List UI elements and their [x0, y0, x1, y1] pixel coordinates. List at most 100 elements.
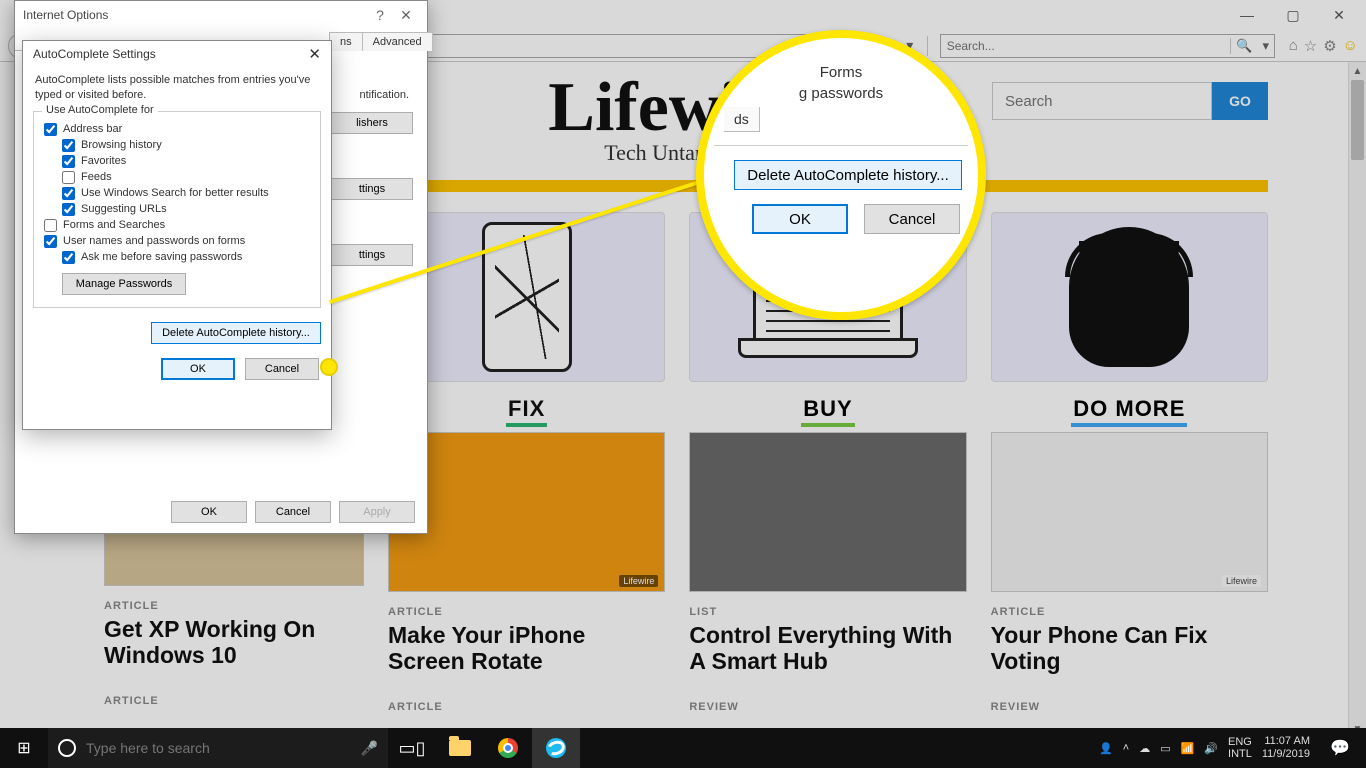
checkbox-suggesting-urls[interactable]: Suggesting URLs — [62, 203, 310, 216]
taskbar-search[interactable]: 🎤 — [48, 728, 388, 768]
image-badge: Lifewire — [1222, 575, 1261, 587]
card-tag: ARTICLE — [104, 600, 364, 612]
ie-search-box[interactable]: 🔍 ▾ — [940, 34, 1275, 58]
callout-fragment: g passwords — [714, 83, 968, 104]
card-tag: REVIEW — [991, 701, 1268, 713]
callout-fragment: ds — [724, 107, 760, 132]
maximize-button[interactable]: ▢ — [1270, 0, 1316, 30]
autocomplete-settings-dialog: AutoComplete Settings ✕ AutoComplete lis… — [22, 40, 332, 430]
dialog-footer: OK Cancel Apply — [15, 501, 427, 523]
zoom-delete-autocomplete-button[interactable]: Delete AutoComplete history... — [734, 160, 962, 190]
tab-programs-partial[interactable]: ns — [329, 32, 363, 51]
dialog-footer: OK Cancel — [23, 344, 331, 380]
dialog-titlebar[interactable]: Internet Options ? ✕ — [15, 1, 427, 29]
lifewire-search: GO — [992, 82, 1268, 120]
tray-language[interactable]: ENG INTL — [1228, 736, 1252, 760]
scroll-up-icon[interactable]: ▲ — [1349, 62, 1366, 80]
start-button[interactable]: ⊞ — [0, 728, 48, 768]
category-heading-fix[interactable]: FIX — [388, 396, 665, 422]
card-tag: ARTICLE — [388, 701, 665, 713]
callout-anchor-dot — [320, 358, 338, 376]
io-cancel-button[interactable]: Cancel — [255, 501, 331, 523]
ac-ok-button[interactable]: OK — [161, 358, 235, 380]
card-image[interactable]: Lifewire — [991, 432, 1268, 592]
dialog-title: AutoComplete Settings — [33, 47, 156, 61]
chrome-icon[interactable] — [484, 728, 532, 768]
card-tag: ARTICLE — [388, 606, 665, 618]
home-icon[interactable]: ⌂ — [1289, 37, 1298, 55]
tray-up-icon[interactable]: ˄ — [1123, 742, 1129, 754]
close-icon[interactable]: ✕ — [393, 7, 419, 24]
tray-people-icon[interactable]: 👤 — [1099, 742, 1113, 755]
taskbar-search-input[interactable] — [86, 740, 351, 756]
close-icon[interactable]: ✕ — [308, 45, 321, 63]
checkbox-browsing-history[interactable]: Browsing history — [62, 139, 310, 152]
vertical-scrollbar[interactable]: ▲ ▼ — [1348, 62, 1366, 738]
publishers-button-partial[interactable]: lishers — [331, 112, 413, 134]
tray-battery-icon[interactable]: ▭ — [1160, 742, 1170, 755]
close-window-button[interactable]: ✕ — [1316, 0, 1362, 30]
ie-search-input[interactable] — [941, 39, 1230, 53]
windows-taskbar: ⊞ 🎤 ▭▯ 👤 ˄ ☁ ▭ 📶 🔊 ENG INTL 11:07 AM 11/… — [0, 728, 1366, 768]
checkbox-windows-search[interactable]: Use Windows Search for better results — [62, 187, 310, 200]
lifewire-search-input[interactable] — [992, 82, 1212, 120]
card-title[interactable]: Control Everything With A Smart Hub — [689, 622, 966, 675]
zoom-ok-button[interactable]: OK — [752, 204, 848, 234]
tab-advanced[interactable]: Advanced — [362, 32, 433, 51]
manage-passwords-button[interactable]: Manage Passwords — [62, 273, 186, 295]
tray-volume-icon[interactable]: 🔊 — [1204, 742, 1218, 755]
scroll-thumb[interactable] — [1351, 80, 1364, 160]
settings-button-2[interactable]: ttings — [331, 244, 413, 266]
tools-gear-icon[interactable]: ⚙ — [1323, 37, 1336, 55]
column-do-more: DO MORE Lifewire ARTICLE Your Phone Can … — [991, 212, 1268, 717]
dialog-titlebar[interactable]: AutoComplete Settings ✕ — [23, 41, 331, 67]
search-icon[interactable]: 🔍 — [1230, 38, 1258, 54]
settings-button-1[interactable]: ttings — [331, 178, 413, 200]
favorites-icon[interactable]: ☆ — [1304, 37, 1317, 55]
ie-toolbar: ⌂ ☆ ⚙ ☺ — [1289, 37, 1358, 55]
callout-fragment: Forms — [714, 62, 968, 83]
microphone-icon[interactable]: 🎤 — [361, 740, 378, 757]
io-apply-button: Apply — [339, 501, 415, 523]
card-tag: LIST — [689, 606, 966, 618]
tray-onedrive-icon[interactable]: ☁ — [1139, 742, 1150, 755]
checkbox-forms-searches[interactable]: Forms and Searches — [44, 219, 310, 232]
checkbox-favorites[interactable]: Favorites — [62, 155, 310, 168]
lifewire-go-button[interactable]: GO — [1212, 82, 1268, 120]
fieldset-legend: Use AutoComplete for — [42, 104, 158, 116]
task-view-icon[interactable]: ▭▯ — [388, 728, 436, 768]
checkbox-usernames-passwords[interactable]: User names and passwords on forms — [44, 235, 310, 248]
checkbox-address-bar[interactable]: Address bar — [44, 123, 310, 136]
help-icon[interactable]: ? — [367, 7, 393, 23]
category-heading-buy[interactable]: BUY — [689, 396, 966, 422]
image-badge: Lifewire — [619, 575, 658, 587]
checkbox-ask-before-saving[interactable]: Ask me before saving passwords — [62, 251, 310, 264]
search-dropdown-icon[interactable]: ▾ — [1258, 37, 1274, 55]
minimize-button[interactable]: — — [1224, 0, 1270, 30]
category-heading-do-more[interactable]: DO MORE — [991, 396, 1268, 422]
card-tag: ARTICLE — [104, 695, 364, 707]
zoom-callout: Forms g passwords ds Delete AutoComplete… — [696, 30, 986, 320]
cortana-icon[interactable] — [58, 739, 76, 757]
io-ok-button[interactable]: OK — [171, 501, 247, 523]
taskbar-pinned: ▭▯ — [388, 728, 580, 768]
card-tag: ARTICLE — [991, 606, 1268, 618]
zoom-cancel-button[interactable]: Cancel — [864, 204, 960, 234]
card-title[interactable]: Get XP Working On Windows 10 — [104, 616, 364, 669]
tray-notifications-icon[interactable]: 💬 — [1320, 738, 1360, 758]
checkbox-feeds[interactable]: Feeds — [62, 171, 310, 184]
card-title[interactable]: Make Your iPhone Screen Rotate — [388, 622, 665, 675]
ac-cancel-button[interactable]: Cancel — [245, 358, 319, 380]
tray-wifi-icon[interactable]: 📶 — [1181, 742, 1195, 755]
card-image[interactable] — [689, 432, 966, 592]
card-image[interactable]: Lifewire — [388, 432, 665, 592]
system-tray: 👤 ˄ ☁ ▭ 📶 🔊 ENG INTL 11:07 AM 11/9/2019 … — [1093, 735, 1366, 760]
use-autocomplete-fieldset: Use AutoComplete for Address bar Browsin… — [33, 111, 321, 308]
tray-clock[interactable]: 11:07 AM 11/9/2019 — [1262, 735, 1310, 760]
dialog-title: Internet Options — [23, 8, 108, 22]
feedback-smiley-icon[interactable]: ☺ — [1343, 37, 1358, 55]
file-explorer-icon[interactable] — [436, 728, 484, 768]
internet-explorer-icon[interactable] — [532, 728, 580, 768]
delete-autocomplete-history-button[interactable]: Delete AutoComplete history... — [151, 322, 321, 344]
card-title[interactable]: Your Phone Can Fix Voting — [991, 622, 1268, 675]
